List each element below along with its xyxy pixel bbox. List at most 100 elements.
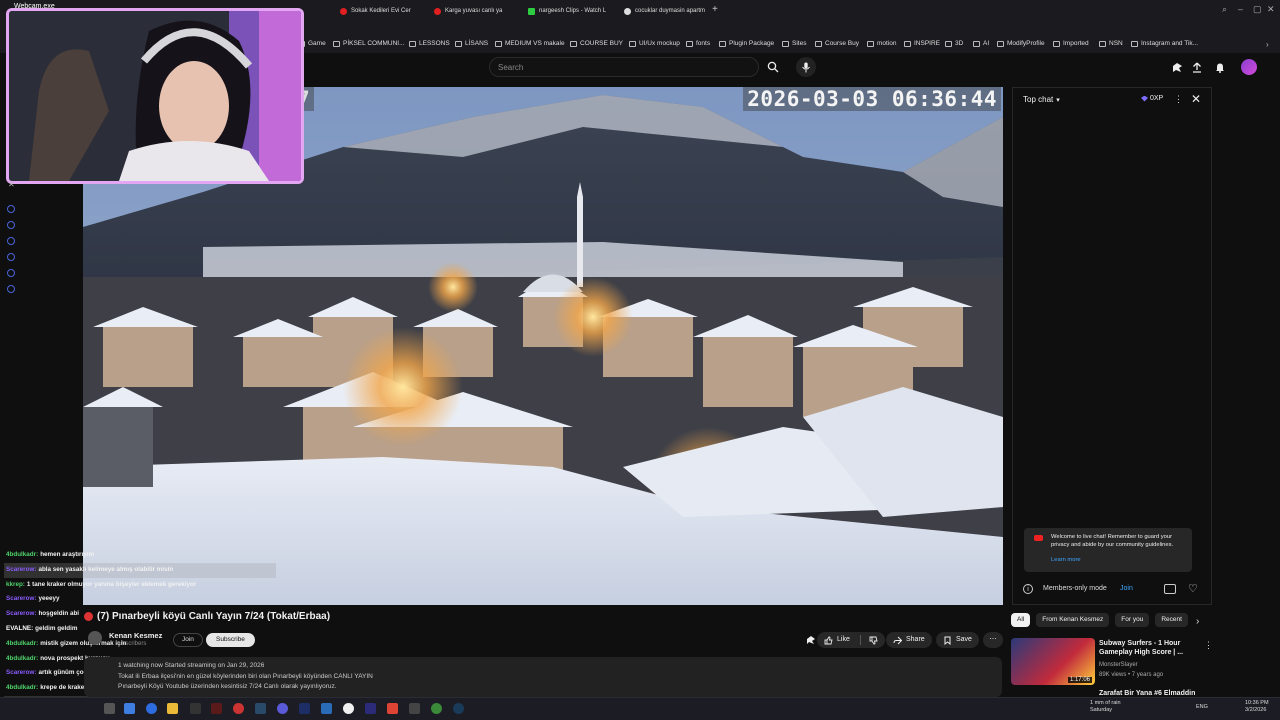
chat-more-icon[interactable]: ⋮ [1174, 94, 1183, 105]
bookmark-plugin[interactable]: Plugin Package [719, 40, 774, 47]
app-icon[interactable] [277, 703, 288, 714]
app-icon[interactable] [211, 703, 222, 714]
search-button[interactable] [760, 57, 786, 77]
screen: Sokak Kedileri Evi Cer Karga yuvası canl… [0, 0, 1280, 720]
xp-badge[interactable]: 0XP [1141, 95, 1163, 102]
new-tab-plus-icon[interactable]: + [712, 4, 718, 15]
bookmark-piksel[interactable]: PİKSEL COMMUNI... [333, 40, 405, 47]
app-icon[interactable] [255, 703, 266, 714]
edge-icon[interactable] [146, 703, 157, 714]
settings-icon[interactable] [7, 285, 15, 293]
recommendation-thumbnail[interactable]: 1:17:06 [1011, 638, 1095, 685]
bookmark-motion[interactable]: motion [867, 40, 897, 47]
chat-username: 4bdulkadr: [6, 551, 39, 558]
weather-widget[interactable]: 1 mm of rain Saturday [1090, 700, 1121, 714]
share-button[interactable]: Share [886, 632, 932, 648]
learn-more-link[interactable]: Learn more [1051, 556, 1186, 564]
close-window-icon[interactable]: ✕ [1267, 4, 1275, 15]
app-icon[interactable] [124, 703, 135, 714]
steam-icon[interactable] [453, 703, 464, 714]
extension-icon[interactable] [1170, 60, 1184, 74]
chat-message: kkrep: 1 tane kraker olmuyor yanına bişey… [4, 578, 276, 593]
info-icon[interactable]: i [1023, 584, 1033, 594]
maximize-icon[interactable]: ▢ [1253, 4, 1262, 15]
app-icon[interactable] [409, 703, 420, 714]
save-button[interactable]: Save [936, 632, 979, 648]
channel-name[interactable]: Kenan Kesmez [109, 631, 162, 640]
tab-cocuklar-duymasin[interactable]: cocuklar duymasin apartm [618, 4, 710, 18]
language-indicator[interactable]: ENG [1196, 704, 1208, 711]
app-icon[interactable] [387, 703, 398, 714]
bookmark-instagram[interactable]: Instagram and Tik... [1131, 40, 1198, 47]
account-avatar[interactable] [1241, 59, 1257, 75]
super-chat-icon[interactable] [1164, 584, 1176, 594]
folder-icon [495, 40, 502, 47]
all-bookmarks-chevron-icon[interactable]: › [1266, 40, 1269, 49]
recommendation-title[interactable]: Zarafat Bir Yana #6 Elmaddin [1099, 690, 1195, 697]
bookmark-sites[interactable]: Sites [782, 40, 806, 47]
chat-message: Scarerow: yeeeyy [4, 592, 276, 607]
folder-icon [686, 40, 693, 47]
thumbs-down-icon[interactable] [869, 636, 878, 645]
tag-icon[interactable] [7, 269, 15, 277]
bookmark-modifyprofile[interactable]: ModifyProfile [997, 40, 1045, 47]
chat-text: hemen araştırıyım [40, 551, 95, 558]
circle-icon[interactable] [7, 205, 15, 213]
members-join-link[interactable]: Join [1120, 585, 1133, 592]
app-icon[interactable] [365, 703, 376, 714]
like-button[interactable]: Like [817, 632, 885, 648]
chat-username: 4bdulkadr: [6, 639, 39, 647]
app-icon[interactable] [190, 703, 201, 714]
heart-icon[interactable] [7, 221, 15, 229]
tab-nargeesh-clips[interactable]: nargeesh Clips - Watch L [522, 4, 616, 18]
join-button[interactable]: Join [173, 633, 203, 647]
folder-icon [1053, 40, 1060, 47]
more-actions-icon[interactable]: ⋯ [983, 632, 1003, 648]
bookmark-nsn[interactable]: NSN [1099, 40, 1123, 47]
chip-for-you[interactable]: For you [1115, 613, 1150, 627]
heart-reaction-icon[interactable]: ♡ [1188, 582, 1198, 595]
bookmark-inspire[interactable]: INSPIRE [904, 40, 940, 47]
bookmark-lisans[interactable]: LİSANS [455, 40, 488, 47]
tab-sokak-kedileri[interactable]: Sokak Kedileri Evi Cer [334, 4, 424, 18]
channel-avatar[interactable] [88, 631, 102, 645]
tab-karga-yuvasi[interactable]: Karga yuvası canlı ya [428, 4, 518, 18]
search-input[interactable]: Search [489, 57, 759, 77]
app-icon[interactable] [431, 703, 442, 714]
bookmark-3d[interactable]: 3D [945, 40, 963, 47]
download-icon[interactable] [7, 253, 15, 261]
minimize-icon[interactable]: – [1238, 4, 1243, 14]
top-chat-dropdown[interactable]: Top chat ▾ [1023, 95, 1060, 104]
bookmark-course-buy-2[interactable]: Course Buy [815, 40, 859, 47]
voice-search-button[interactable] [796, 57, 816, 77]
upload-icon[interactable] [1190, 60, 1204, 74]
bookmark-uiux[interactable]: UI/Ux mockup [629, 40, 680, 47]
webcam-close-icon[interactable]: ✕ [8, 180, 15, 189]
app-icon[interactable] [321, 703, 332, 714]
bookmark-ai[interactable]: AI [973, 40, 989, 47]
chips-next-chevron-icon[interactable]: › [1196, 616, 1199, 627]
recommendation-chips: All From Kenan Kesmez For you Recent [1011, 613, 1188, 627]
bookmark-imported[interactable]: Imported [1053, 40, 1089, 47]
chip-from-channel[interactable]: From Kenan Kesmez [1036, 613, 1110, 627]
chat-close-icon[interactable]: ✕ [1191, 92, 1201, 106]
chip-all[interactable]: All [1011, 613, 1031, 627]
clock[interactable]: 10:36 PM 3/2/2026 [1245, 700, 1269, 714]
chip-recent[interactable]: Recent [1155, 613, 1188, 627]
bookmark-course-buy[interactable]: COURSE BUY [570, 40, 623, 47]
recommendation-more-icon[interactable]: ⋮ [1204, 640, 1213, 651]
subscribe-button[interactable]: Subscribe [206, 633, 255, 647]
kick-icon [528, 7, 535, 15]
shield-icon[interactable] [7, 237, 15, 245]
after-effects-icon[interactable] [299, 703, 310, 714]
app-icon[interactable] [343, 703, 354, 714]
app-icon[interactable] [233, 703, 244, 714]
file-explorer-icon[interactable] [167, 703, 178, 714]
bookmark-medium[interactable]: MEDIUM VS makale [495, 40, 565, 47]
notifications-bell-icon[interactable] [1213, 60, 1227, 74]
app-icon[interactable] [104, 703, 115, 714]
recommendation-title[interactable]: Subway Surfers - 1 Hour Gameplay High Sc… [1099, 639, 1199, 657]
bookmark-fonts[interactable]: fonts [686, 40, 710, 47]
search-tabs-icon[interactable]: ⌕ [1222, 4, 1227, 15]
bookmark-lessons[interactable]: LESSONS [409, 40, 450, 47]
